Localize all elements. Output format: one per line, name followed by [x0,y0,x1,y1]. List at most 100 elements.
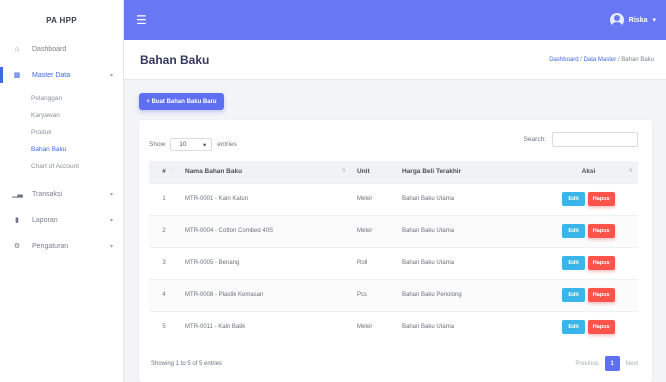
column-header-unit[interactable]: Unit [351,161,396,183]
chevron-down-icon: ▾ [109,217,113,224]
cell-harga: Bahan Baku Utama [396,310,539,343]
sidebar-item-pengaturan[interactable]: ⚙ Pengaturan ▾ [0,237,123,255]
delete-button[interactable]: Hapus [587,224,615,238]
page-1-button[interactable]: 1 [604,356,620,371]
cell-number: 2 [149,214,179,247]
entries-select[interactable]: 10 ▾ [170,138,213,151]
table-search: Search: [524,132,638,147]
database-icon: ▩ [13,72,21,79]
cell-harga: Bahan Baku Utama [396,182,539,215]
cell-unit: Meter [351,310,396,343]
chevron-down-icon: ▾ [109,191,113,198]
caret-down-icon: ▾ [652,17,656,24]
table-length-control: Show 10 ▾ entries [149,138,237,151]
edit-button[interactable]: Edit [562,288,585,302]
table-row: 2 MTR-0004 - Cotton Combed 40S Meter Bah… [149,214,638,247]
table-row: 5 MTR-0011 - Kain Batik Meter Bahan Baku… [149,310,638,343]
sidebar-item-master-data[interactable]: ▩ Master Data ▾ [0,66,123,84]
breadcrumb-dashboard[interactable]: Dashboard [549,57,578,63]
edit-button[interactable]: Edit [562,256,585,270]
cell-aksi: Edit Hapus [539,182,638,215]
add-bahan-baku-button[interactable]: + Buat Bahan Baku Baru [139,93,224,110]
column-header-aksi[interactable]: Aksi ⇅ [539,161,638,183]
submenu-item-produk[interactable]: Produk [31,124,123,141]
cell-unit: Meter [351,214,396,247]
delete-button[interactable]: Hapus [587,256,615,270]
cell-aksi: Edit Hapus [539,214,638,247]
chart-icon: ▁▃ [12,191,23,198]
search-input[interactable] [552,132,638,147]
show-label: Show [149,141,166,148]
cell-unit: Meter [351,182,396,215]
cell-number: 4 [149,278,179,311]
table-row: 3 MTR-0005 - Benang Roll Bahan Baku Utam… [149,246,638,279]
page-header: Bahan Baku Dashboard / Data Master / Bah… [124,40,666,80]
bahan-baku-table: # ↑ Nama Bahan Baku ⇅ Unit Harga Beli Tera… [149,161,638,343]
chevron-down-icon: ▾ [109,72,113,79]
sort-icon: ⇅ [628,168,633,174]
submenu-item-chart-of-account[interactable]: Chart of Account [31,158,123,175]
cell-name: MTR-0011 - Kain Batik [179,310,351,343]
breadcrumb-data-master[interactable]: Data Master [584,57,617,63]
avatar [609,13,624,27]
home-icon: ⌂ [14,45,20,53]
sidebar-item-dashboard[interactable]: ⌂ Dashboard [0,40,123,58]
cell-unit: Roll [351,246,396,279]
sidebar-item-laporan[interactable]: ▮ Laporan ▾ [0,211,123,229]
breadcrumb-separator: / [617,56,620,63]
breadcrumb: Dashboard / Data Master / Bahan Baku [549,57,654,63]
submenu-item-karyawan[interactable]: Karyawan [31,107,123,124]
sidebar-item-label: Transaksi [32,190,63,198]
pagination: Previous 1 Next [575,356,638,371]
sidebar-item-label: Laporan [32,216,58,224]
search-label: Search: [523,136,546,143]
entries-label: entries [217,141,237,148]
page-title: Bahan Baku [140,52,210,67]
submenu-item-pelanggan[interactable]: Pelanggan [31,90,123,107]
cell-aksi: Edit Hapus [539,310,638,343]
sidebar: PA HPP ⌂ Dashboard ▩ Master Data ▾ Pelan… [0,0,124,382]
cell-number: 5 [149,310,179,343]
hamburger-icon[interactable]: ☰ [136,13,147,27]
sidebar-item-label: Master Data [32,71,71,79]
table-info: Showing 1 to 5 of 5 entries [151,361,223,367]
delete-button[interactable]: Hapus [587,192,615,206]
sort-icon: ⇅ [341,168,346,174]
cell-aksi: Edit Hapus [539,246,638,279]
cell-name: MTR-0005 - Benang [179,246,351,279]
entries-select-value: 10 [179,141,187,148]
cell-harga: Bahan Baku Utama [396,214,539,247]
bahan-baku-card: Show 10 ▾ entries Search: # ↑ Nama Bahan … [139,120,652,382]
cell-harga: Bahan Baku Utama [396,246,539,279]
user-name: Riska [628,16,648,24]
gears-icon: ⚙ [13,243,21,250]
edit-button[interactable]: Edit [562,224,585,238]
table-row: 1 MTR-0001 - Kain Katun Meter Bahan Baku… [149,182,638,215]
column-header-harga[interactable]: Harga Beli Terakhir [396,161,539,183]
cell-name: MTR-0001 - Kain Katun [179,182,351,215]
edit-button[interactable]: Edit [562,192,585,206]
sidebar-item-transaksi[interactable]: ▁▃ Transaksi ▾ [0,185,123,203]
delete-button[interactable]: Hapus [587,288,615,302]
brand-logo[interactable]: PA HPP [0,0,123,40]
chevron-down-icon: ▾ [109,243,113,250]
cell-name: MTR-0004 - Cotton Combed 40S [179,214,351,247]
submenu-item-bahan-baku[interactable]: Bahan Baku [31,141,123,158]
sidebar-item-label: Dashboard [32,45,67,53]
cell-unit: Pcs [351,278,396,311]
cell-name: MTR-0008 - Plastik Kemasan [179,278,351,311]
cell-number: 1 [149,182,179,215]
next-page-button[interactable]: Next [626,361,638,367]
file-icon: ▮ [15,217,19,224]
previous-page-button[interactable]: Previous [575,361,598,367]
user-menu[interactable]: Riska ▾ [609,13,656,27]
column-header-nama[interactable]: Nama Bahan Baku ⇅ [179,161,351,183]
column-header-number[interactable]: # ↑ [149,161,179,183]
edit-button[interactable]: Edit [562,320,585,335]
cell-number: 3 [149,246,179,279]
sidebar-item-label: Pengaturan [32,242,69,250]
cell-harga: Bahan Baku Penolong [396,278,539,311]
delete-button[interactable]: Hapus [587,320,615,335]
breadcrumb-separator: / [580,56,582,63]
chevron-down-icon: ▾ [203,141,207,149]
